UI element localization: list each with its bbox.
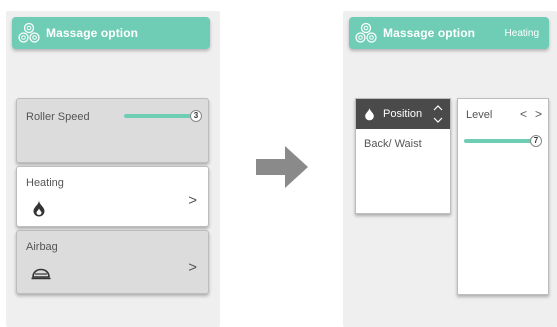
massage-rollers-icon [18, 22, 40, 43]
heating-card[interactable]: Heating > [16, 166, 209, 227]
level-fill [464, 139, 536, 143]
header-status: Heating [504, 27, 539, 39]
chevron-right-icon[interactable]: > [188, 259, 197, 276]
heating-label: Heating [26, 177, 64, 189]
chevron-left-icon[interactable]: < [520, 107, 527, 121]
massage-option-panel-right: Massage option Heating Position Back/ Wa… [343, 11, 557, 327]
airbag-card[interactable]: Airbag > [16, 230, 209, 294]
massage-option-panel-left: Massage option Roller Speed 3 Heating > … [6, 11, 220, 327]
header-title: Massage option [383, 26, 476, 40]
roller-speed-slider[interactable]: 3 [124, 110, 202, 122]
position-selector[interactable]: Position Back/ Waist [355, 98, 451, 214]
position-header: Position [356, 99, 450, 129]
level-control: Level < > 7 [457, 98, 549, 295]
roller-speed-label: Roller Speed [26, 111, 90, 123]
app-header: Massage option Heating [349, 17, 549, 49]
app-header: Massage option [12, 17, 210, 49]
level-slider[interactable]: 7 [464, 135, 542, 147]
airbag-label: Airbag [26, 241, 58, 253]
airbag-icon [31, 268, 51, 280]
level-knob[interactable]: 7 [530, 135, 542, 147]
level-label: Level [466, 109, 493, 121]
roller-speed-knob[interactable]: 3 [190, 110, 202, 122]
chevron-right-icon[interactable]: > [188, 192, 197, 209]
roller-speed-card[interactable]: Roller Speed 3 [16, 98, 209, 163]
massage-rollers-icon [355, 22, 377, 43]
position-value[interactable]: Back/ Waist [364, 138, 422, 150]
roller-speed-fill [124, 114, 196, 118]
header-title: Massage option [46, 26, 139, 40]
position-label: Position [383, 108, 423, 120]
chevron-right-icon[interactable]: > [535, 107, 542, 121]
up-down-chevron-icon[interactable] [433, 102, 443, 126]
flame-icon [365, 107, 374, 121]
arrow-right-icon [256, 146, 308, 188]
flame-icon [33, 200, 45, 217]
